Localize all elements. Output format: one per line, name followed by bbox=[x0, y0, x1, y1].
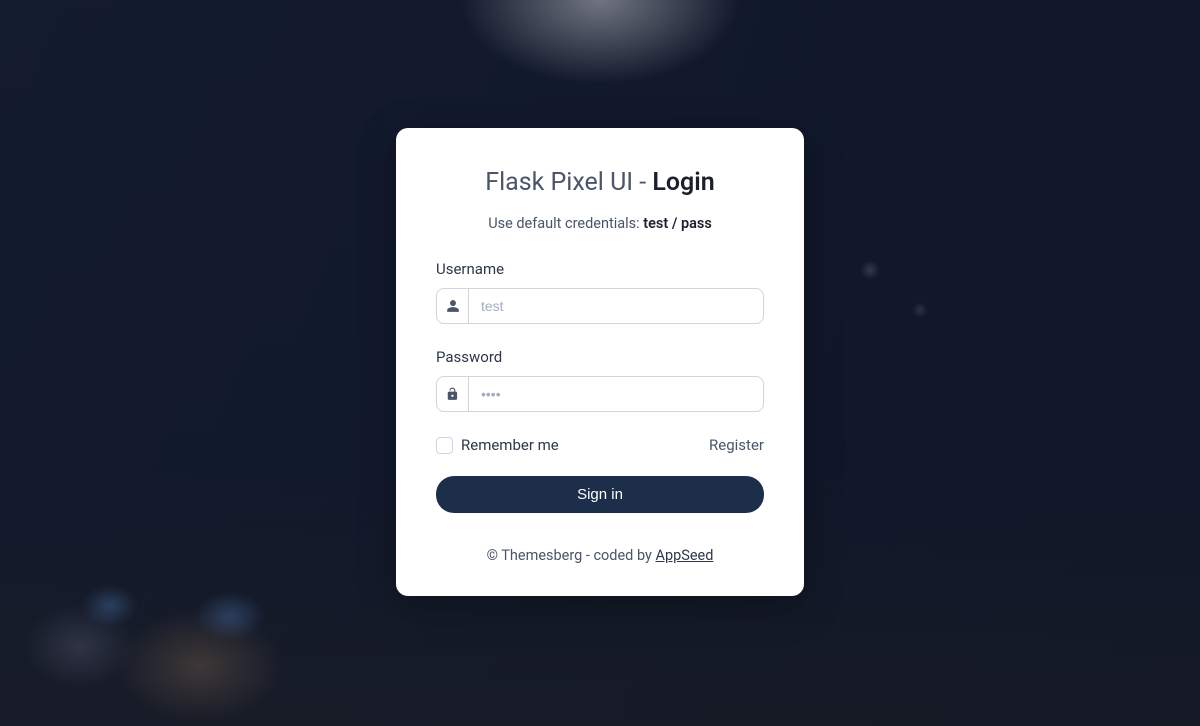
remember-checkbox[interactable] bbox=[436, 437, 453, 454]
password-input-wrap bbox=[436, 376, 764, 412]
remember-wrap: Remember me bbox=[436, 436, 559, 454]
password-input[interactable] bbox=[469, 377, 763, 411]
footer-link[interactable]: AppSeed bbox=[655, 547, 713, 564]
login-card: Flask Pixel UI - Login Use default crede… bbox=[396, 128, 804, 596]
footer-prefix: © Themesberg - coded by bbox=[487, 547, 656, 564]
user-icon bbox=[437, 289, 469, 323]
password-label: Password bbox=[436, 348, 764, 366]
username-input-wrap bbox=[436, 288, 764, 324]
username-label: Username bbox=[436, 260, 764, 278]
username-input[interactable] bbox=[469, 289, 763, 323]
username-group: Username bbox=[436, 260, 764, 324]
title-bold: Login bbox=[652, 168, 714, 197]
subtitle: Use default credentials: test / pass bbox=[436, 215, 764, 232]
footer: © Themesberg - coded by AppSeed bbox=[436, 547, 764, 564]
page-title: Flask Pixel UI - Login bbox=[436, 168, 764, 197]
password-group: Password bbox=[436, 348, 764, 412]
lock-icon bbox=[437, 377, 469, 411]
subtitle-bold: test / pass bbox=[643, 215, 712, 232]
title-prefix: Flask Pixel UI - bbox=[485, 168, 652, 197]
options-row: Remember me Register bbox=[436, 436, 764, 454]
register-link[interactable]: Register bbox=[709, 436, 764, 454]
remember-label[interactable]: Remember me bbox=[461, 436, 559, 454]
subtitle-prefix: Use default credentials: bbox=[488, 215, 643, 232]
signin-button[interactable]: Sign in bbox=[436, 476, 764, 513]
